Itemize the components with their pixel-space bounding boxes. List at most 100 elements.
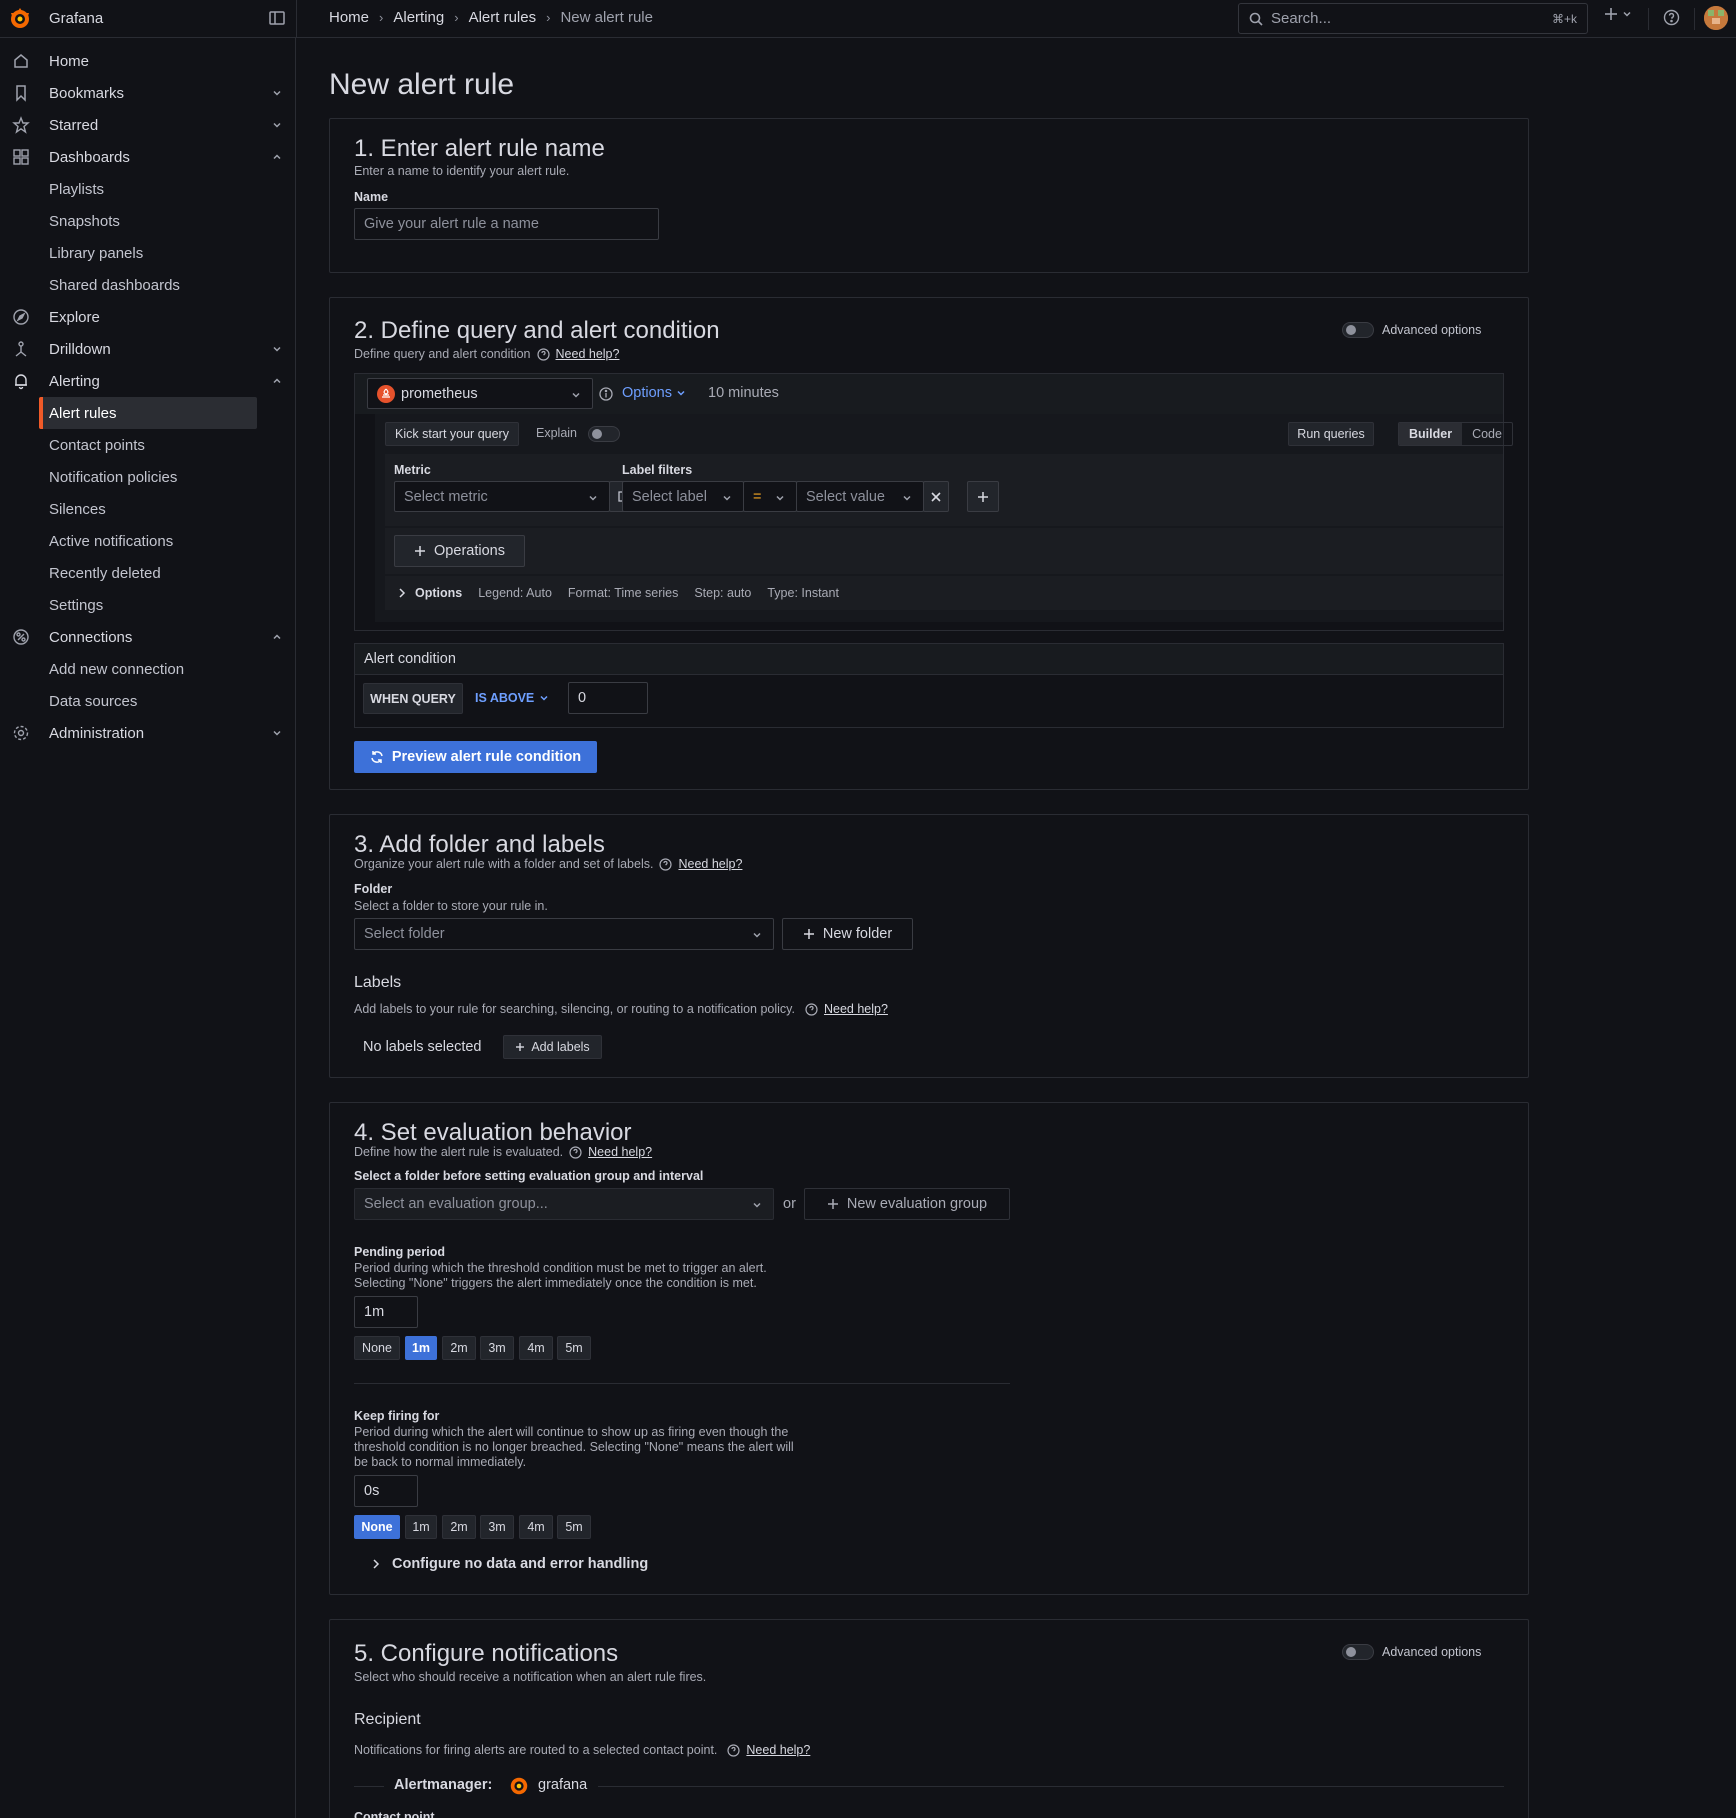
pending-chip-4m[interactable]: 4m xyxy=(519,1336,553,1360)
builder-mode-tab[interactable]: Builder xyxy=(1399,423,1463,445)
chevron-up-icon[interactable] xyxy=(271,151,283,163)
sidebar-item-playlists[interactable]: Playlists xyxy=(0,173,296,205)
chevron-up-icon[interactable] xyxy=(271,375,283,387)
breadcrumb-home[interactable]: Home xyxy=(329,9,369,26)
no-data-handling-toggle[interactable]: Configure no data and error handling xyxy=(372,1556,648,1572)
sidebar-item-dashboards[interactable]: Dashboards xyxy=(0,141,296,173)
breadcrumb-alerting[interactable]: Alerting xyxy=(393,9,444,26)
sidebar-item-label: Drilldown xyxy=(49,340,111,358)
need-help-link[interactable]: Need help? xyxy=(556,347,620,361)
sidebar-item-explore[interactable]: Explore xyxy=(0,301,296,333)
query-options-button[interactable]: Options xyxy=(622,385,686,401)
keep-chip-2m[interactable]: 2m xyxy=(442,1515,476,1539)
new-folder-button[interactable]: New folder xyxy=(782,918,913,950)
dock-menu-icon[interactable] xyxy=(268,9,286,27)
pending-period-input[interactable]: 1m xyxy=(354,1296,418,1328)
sidebar-item-silences[interactable]: Silences xyxy=(0,493,296,525)
search-input[interactable]: Search... ⌘+k xyxy=(1238,3,1588,34)
section-folder-labels: 3. Add folder and labels Organize your a… xyxy=(329,814,1529,1078)
alertmanager-value: grafana xyxy=(538,1777,588,1793)
label-select[interactable]: Select label xyxy=(622,481,744,512)
folder-select[interactable]: Select folder xyxy=(354,918,774,950)
need-help-link[interactable]: Need help? xyxy=(678,857,742,871)
chevron-down-icon[interactable] xyxy=(271,119,283,131)
sidebar-item-library-panels[interactable]: Library panels xyxy=(0,237,296,269)
pending-desc-line: Period during which the threshold condit… xyxy=(354,1261,767,1275)
chevron-down-icon xyxy=(570,389,582,401)
threshold-input[interactable]: 0 xyxy=(568,682,648,714)
sidebar-item-settings[interactable]: Settings xyxy=(0,589,296,621)
sidebar-item-contact-points[interactable]: Contact points xyxy=(0,429,296,461)
query-options-row[interactable]: Options Legend: Auto Format: Time series… xyxy=(385,576,1503,610)
sidebar-item-alerting[interactable]: Alerting xyxy=(0,365,296,397)
rule-name-input[interactable]: Give your alert rule a name xyxy=(354,208,659,240)
keep-chip-1m[interactable]: 1m xyxy=(405,1515,437,1539)
sidebar-item-label: Notification policies xyxy=(49,468,178,486)
value-select[interactable]: Select value xyxy=(796,481,924,512)
advanced-options-toggle[interactable] xyxy=(1342,1644,1374,1660)
keep-chip-5m[interactable]: 5m xyxy=(557,1515,591,1539)
condition-operator-select[interactable]: IS ABOVE xyxy=(475,691,549,705)
add-labels-button[interactable]: Add labels xyxy=(503,1035,602,1059)
sidebar-item-drilldown[interactable]: Drilldown xyxy=(0,333,296,365)
plus-icon xyxy=(516,1043,525,1051)
new-evaluation-group-button[interactable]: New evaluation group xyxy=(804,1188,1010,1220)
sidebar-item-recently-deleted[interactable]: Recently deleted xyxy=(0,557,296,589)
no-data-handling-label: Configure no data and error handling xyxy=(392,1556,649,1572)
pending-chip-5m[interactable]: 5m xyxy=(557,1336,591,1360)
plus-icon xyxy=(827,1199,838,1209)
evaluation-group-select[interactable]: Select an evaluation group... xyxy=(354,1188,774,1220)
folder-placeholder: Select folder xyxy=(364,926,445,942)
help-button[interactable] xyxy=(1663,9,1680,26)
advanced-options-toggle[interactable] xyxy=(1342,322,1374,338)
add-filter-button[interactable] xyxy=(967,481,999,512)
preview-condition-button[interactable]: Preview alert rule condition xyxy=(354,741,597,773)
chevron-down-icon[interactable] xyxy=(271,87,283,99)
label-placeholder: Select label xyxy=(632,488,707,505)
need-help-link[interactable]: Need help? xyxy=(746,1743,810,1757)
run-queries-button[interactable]: Run queries xyxy=(1288,422,1374,446)
remove-filter-button[interactable] xyxy=(923,481,949,512)
sidebar-item-administration[interactable]: Administration xyxy=(0,717,296,749)
code-mode-tab[interactable]: Code xyxy=(1462,423,1512,445)
sidebar-item-bookmarks[interactable]: Bookmarks xyxy=(0,77,296,109)
operations-button[interactable]: Operations xyxy=(394,535,525,567)
compass-icon xyxy=(12,308,30,326)
user-avatar[interactable] xyxy=(1704,6,1728,30)
operator-select[interactable]: = xyxy=(743,481,797,512)
label-filters-label: Label filters xyxy=(622,463,693,477)
sidebar-item-data-sources[interactable]: Data sources xyxy=(0,685,296,717)
pending-chip-3m[interactable]: 3m xyxy=(480,1336,514,1360)
breadcrumb-alert-rules[interactable]: Alert rules xyxy=(469,9,537,26)
sidebar-item-connections[interactable]: Connections xyxy=(0,621,296,653)
keep-firing-input[interactable]: 0s xyxy=(354,1475,418,1507)
pending-chip-2m[interactable]: 2m xyxy=(442,1336,476,1360)
keep-firing-label: Keep firing for xyxy=(354,1409,440,1423)
keep-chip-4m[interactable]: 4m xyxy=(519,1515,553,1539)
sidebar-item-add-new-connection[interactable]: Add new connection xyxy=(0,653,296,685)
chevron-up-icon[interactable] xyxy=(271,631,283,643)
new-menu-button[interactable] xyxy=(1604,7,1632,21)
sidebar-item-snapshots[interactable]: Snapshots xyxy=(0,205,296,237)
metric-label: Metric xyxy=(394,463,431,477)
pending-chip-1m[interactable]: 1m xyxy=(405,1336,437,1360)
sidebar-item-alert-rules[interactable]: Alert rules xyxy=(0,397,296,429)
keep-chip-none[interactable]: None xyxy=(354,1515,400,1539)
chevron-down-icon[interactable] xyxy=(271,727,283,739)
grafana-logo[interactable] xyxy=(8,7,32,31)
explain-toggle[interactable] xyxy=(588,426,620,442)
sidebar-item-shared-dashboards[interactable]: Shared dashboards xyxy=(0,269,296,301)
chevron-down-icon[interactable] xyxy=(271,343,283,355)
sidebar-item-home[interactable]: Home xyxy=(0,45,296,77)
labels-title: Labels xyxy=(354,974,402,991)
pending-chip-none[interactable]: None xyxy=(354,1336,400,1360)
kick-start-button[interactable]: Kick start your query xyxy=(385,422,519,446)
metric-select[interactable]: Select metric xyxy=(394,481,610,512)
sidebar-item-starred[interactable]: Starred xyxy=(0,109,296,141)
sidebar-item-active-notifications[interactable]: Active notifications xyxy=(0,525,296,557)
need-help-link[interactable]: Need help? xyxy=(588,1145,652,1159)
datasource-picker[interactable]: prometheus xyxy=(367,378,593,409)
keep-chip-3m[interactable]: 3m xyxy=(480,1515,514,1539)
need-help-link[interactable]: Need help? xyxy=(824,1002,888,1016)
sidebar-item-notification-policies[interactable]: Notification policies xyxy=(0,461,296,493)
